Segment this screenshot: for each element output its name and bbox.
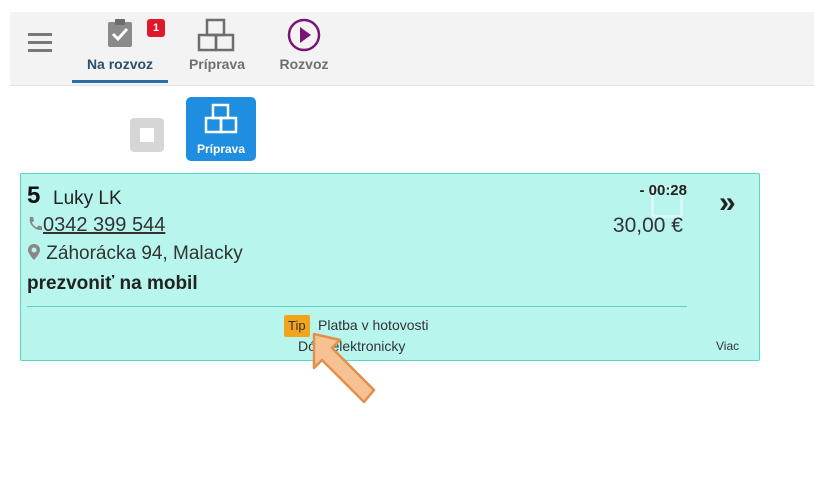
tab-label: Rozvoz bbox=[279, 56, 329, 72]
tip-badge: Tip bbox=[284, 315, 310, 337]
phone-row: 0342 399 544 bbox=[27, 214, 165, 237]
open-order-chevron-icon[interactable]: » bbox=[719, 186, 736, 220]
priprava-filter-button[interactable]: Príprava bbox=[186, 97, 256, 161]
customer-name: Luky LK bbox=[53, 188, 122, 209]
filter-button-label: Príprava bbox=[196, 142, 246, 156]
order-price: 30,00 € bbox=[612, 214, 683, 237]
more-link[interactable]: Viac bbox=[716, 339, 739, 353]
order-card[interactable]: 5 Luky LK 0342 399 544 Záhorácka 94, Mal… bbox=[20, 173, 760, 361]
order-number: 5 bbox=[27, 182, 41, 209]
boxes-icon bbox=[204, 103, 238, 134]
order-note: prezvoniť na mobil bbox=[27, 273, 198, 294]
play-circle-icon bbox=[287, 18, 321, 52]
phone-link[interactable]: 0342 399 544 bbox=[43, 214, 165, 236]
clipboard-check-icon bbox=[108, 19, 132, 47]
tab-na-rozvoz[interactable]: 1 Na rozvoz bbox=[72, 12, 168, 85]
notification-badge: 1 bbox=[147, 19, 165, 37]
hamburger-icon[interactable] bbox=[28, 33, 52, 53]
filter-checkbox[interactable] bbox=[130, 118, 164, 152]
phone-icon bbox=[29, 217, 42, 231]
top-nav-bar: 1 Na rozvoz Príprava Rozvoz bbox=[10, 12, 814, 86]
checkbox-inner bbox=[138, 126, 156, 144]
address-text: Záhorácka 94, Malacky bbox=[46, 243, 243, 264]
tab-rozvoz[interactable]: Rozvoz bbox=[272, 12, 336, 85]
card-divider bbox=[27, 306, 687, 307]
tab-label: Na rozvoz bbox=[86, 56, 154, 72]
tab-label: Príprava bbox=[188, 56, 246, 72]
map-pin-icon bbox=[28, 244, 40, 260]
order-time: - 00:28 bbox=[639, 182, 687, 199]
boxes-icon bbox=[197, 18, 235, 52]
tab-priprava[interactable]: Príprava bbox=[182, 12, 252, 85]
pointer-arrow-icon bbox=[312, 332, 376, 404]
address-row: Záhorácka 94, Malacky bbox=[27, 243, 243, 265]
